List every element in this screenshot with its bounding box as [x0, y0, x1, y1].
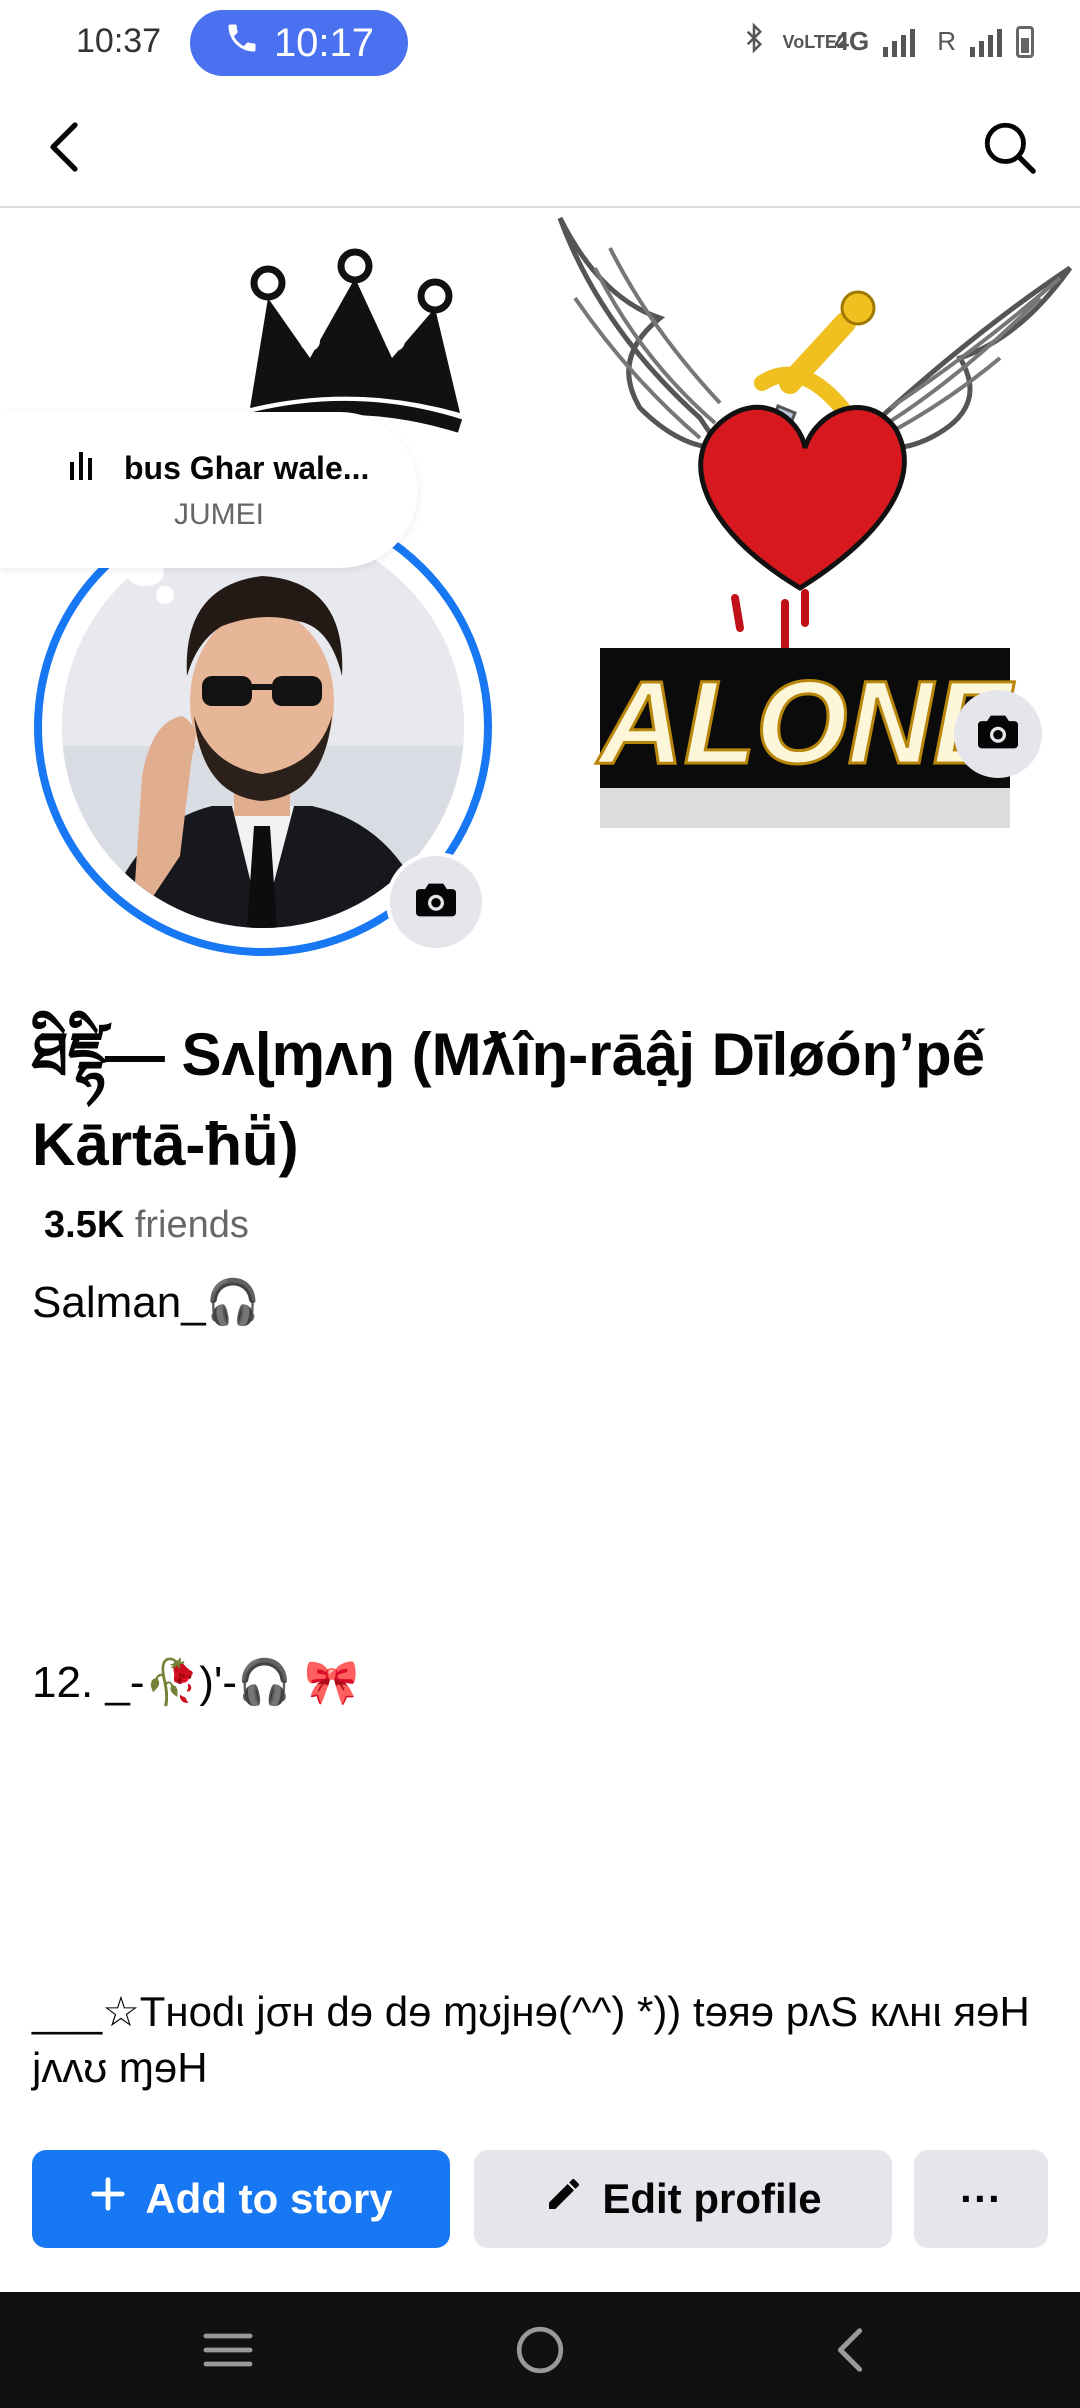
status-time: 10:37	[76, 22, 162, 60]
network-label-volte: VoLTE2	[782, 31, 847, 52]
camera-icon	[976, 712, 1020, 757]
profile-music-note[interactable]: bus Ghar wale... JUMEI	[0, 412, 418, 568]
top-nav-bar	[0, 88, 1080, 208]
menu-lines-icon	[202, 2330, 254, 2375]
system-nav-bar	[0, 2292, 1080, 2408]
back-chevron-icon	[830, 2325, 870, 2380]
heart-graphic	[698, 404, 907, 652]
audio-wave-icon	[70, 452, 92, 480]
search-button[interactable]	[974, 114, 1044, 184]
add-to-story-button[interactable]: Add to story	[32, 2150, 450, 2248]
call-duration: 10:17	[273, 20, 375, 65]
back-button[interactable]	[30, 114, 100, 184]
camera-icon	[414, 880, 458, 925]
recent-apps-button[interactable]	[198, 2322, 258, 2382]
battery-icon	[1016, 25, 1034, 58]
search-icon	[980, 118, 1038, 181]
edit-profile-picture-button[interactable]	[386, 852, 486, 952]
more-options-button[interactable]: ···	[914, 2150, 1048, 2248]
status-icons: VoLTE2 4G R	[739, 22, 1034, 61]
profile-name: ཐིཛྷི— Sʌɭɱʌŋ (Mƛîŋ-rāậj Dīløóŋ’pế Kārtā…	[32, 1021, 985, 1178]
more-dots-icon: ···	[960, 2175, 1002, 2222]
bio-line-2: 12. _-🥀)'-🎧 🎀	[32, 1658, 359, 1707]
ongoing-call-pill[interactable]: 10:17	[190, 10, 408, 76]
bio-line-1: Salman_🎧	[32, 1278, 261, 1327]
friends-label: friends	[134, 1204, 249, 1246]
back-arrow-icon	[43, 119, 87, 180]
pencil-icon	[544, 2174, 584, 2224]
cover-text: ALONE	[596, 657, 1015, 789]
music-artist: JUMEI	[174, 498, 264, 531]
bubble-tail-small	[156, 586, 174, 604]
network-label-roaming: R	[937, 26, 956, 56]
friends-number: 3.5K	[44, 1204, 125, 1246]
add-to-story-label: Add to story	[145, 2175, 393, 2222]
home-circle-icon	[515, 2325, 565, 2380]
phone-icon	[224, 20, 260, 66]
crown-graphic	[248, 248, 463, 433]
plus-icon	[89, 2175, 127, 2223]
wings-graphic	[557, 216, 1073, 452]
home-button[interactable]	[510, 2322, 570, 2382]
signal-strength-icon	[883, 27, 916, 57]
bio-line-3: ___☆Tнodι jσн dɘ dɘ ɱʊjнɘ(^^) *)) tɘяɘ p…	[32, 1988, 1030, 2091]
system-back-button[interactable]	[820, 2322, 880, 2382]
friends-count[interactable]: 3.5K friends	[44, 1204, 249, 1247]
edit-cover-photo-button[interactable]	[954, 690, 1042, 778]
network-label-4g: 4G	[834, 26, 870, 56]
status-bar: 10:37 10:17 VoLTE2 4G R	[0, 0, 1080, 88]
signal-strength-icon-2	[970, 27, 1002, 57]
edit-profile-label: Edit profile	[602, 2175, 822, 2222]
bluetooth-vibrate-icon	[739, 22, 769, 61]
edit-profile-button[interactable]: Edit profile	[474, 2150, 892, 2248]
music-title: bus Ghar wale...	[124, 450, 370, 486]
